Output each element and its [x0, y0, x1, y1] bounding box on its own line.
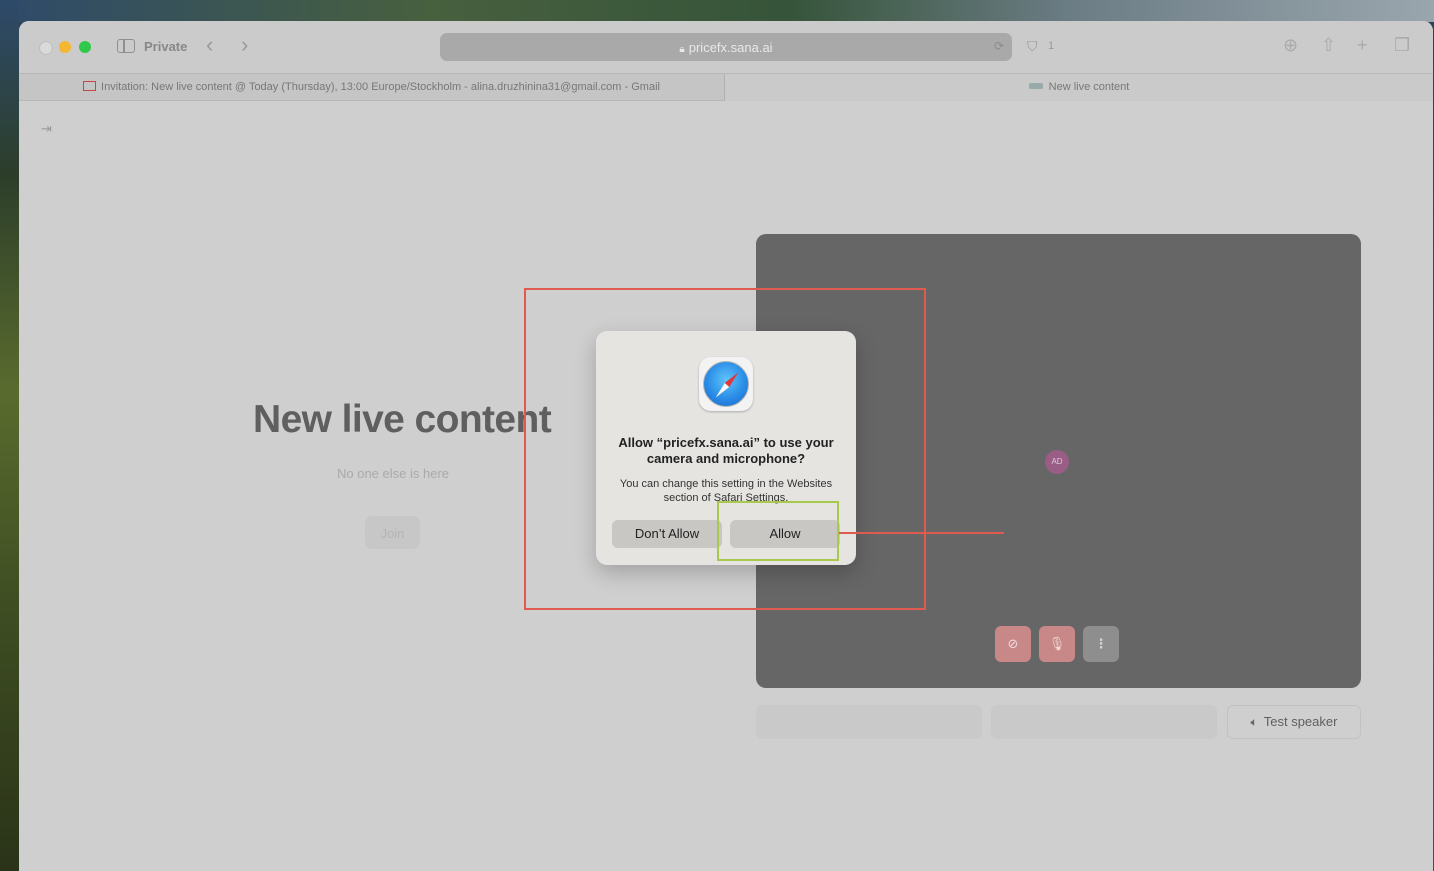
minimize-window-button[interactable]	[59, 41, 71, 53]
new-tab-icon[interactable]: +	[1357, 35, 1368, 56]
privacy-shield-icon[interactable]: ⛉	[1027, 38, 1041, 54]
test-speaker-label: Test speaker	[1263, 714, 1338, 729]
more-vertical-icon: ⋮	[1094, 636, 1108, 651]
camera-select[interactable]	[756, 705, 982, 739]
tab-overview-icon[interactable]: ❐	[1394, 35, 1410, 56]
desktop-wallpaper-top	[0, 0, 1434, 22]
tab-label: New live content	[1048, 81, 1130, 93]
tab-bar: Invitation: New live content @ Today (Th…	[19, 73, 1433, 101]
zoom-window-button[interactable]	[79, 41, 91, 53]
participants-status: No one else is here	[336, 466, 449, 481]
url-text: pricefx.sana.ai	[688, 40, 773, 55]
collapse-sidebar-icon[interactable]: ⇥	[41, 121, 52, 137]
annotation-highlight-box	[524, 288, 926, 610]
microphone-off-button[interactable]: 🎙︎	[1039, 626, 1075, 662]
back-button[interactable]: ‹	[206, 34, 213, 56]
reload-icon[interactable]: ⟳	[994, 39, 1004, 53]
camera-off-icon: ⊘	[1007, 636, 1019, 651]
lock-icon: 🔒︎	[679, 44, 685, 55]
forward-button[interactable]: ›	[241, 34, 248, 56]
sidebar-toggle-icon[interactable]	[117, 39, 135, 53]
tab-new-live-content[interactable]: New live content	[725, 74, 1433, 101]
microphone-off-icon: 🎙︎	[1048, 636, 1066, 651]
share-icon[interactable]: ⇧	[1321, 35, 1336, 56]
private-mode-label: Private	[144, 39, 188, 54]
annotation-target-box	[717, 501, 839, 561]
microphone-select[interactable]	[991, 705, 1217, 739]
browser-toolbar: Private ‹ › 🔒︎ pricefx.sana.ai ⟳ ⛉ 1 ⊕ ⇧ …	[19, 21, 1433, 73]
sana-favicon-icon	[1028, 83, 1043, 89]
more-options-button[interactable]: ⋮	[1083, 626, 1119, 662]
downloads-icon[interactable]: ⊕	[1283, 35, 1298, 56]
speaker-icon: 🔈︎	[1250, 715, 1258, 729]
join-button[interactable]: Join	[365, 516, 420, 549]
close-window-button[interactable]	[39, 41, 53, 55]
camera-off-button[interactable]: ⊘	[995, 626, 1031, 662]
page-title: New live content	[253, 398, 552, 441]
test-speaker-button[interactable]: 🔈︎ Test speaker	[1227, 705, 1361, 739]
annotation-connector-line	[839, 532, 1004, 534]
tab-label: Invitation: New live content @ Today (Th…	[101, 81, 660, 93]
gmail-icon	[83, 81, 97, 91]
tracker-count: 1	[1048, 40, 1055, 52]
address-bar[interactable]: 🔒︎ pricefx.sana.ai ⟳	[440, 33, 1012, 61]
tab-gmail-invitation[interactable]: Invitation: New live content @ Today (Th…	[19, 74, 725, 101]
avatar: AD	[1045, 450, 1069, 474]
desktop-wallpaper-left	[0, 0, 19, 871]
